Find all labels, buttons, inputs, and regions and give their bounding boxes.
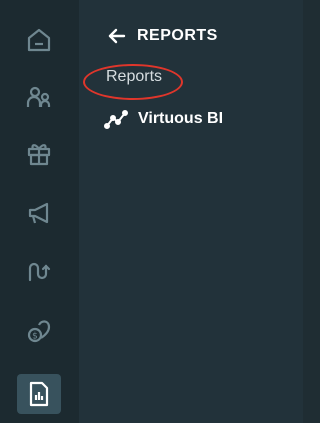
- svg-text:$: $: [32, 332, 38, 342]
- chart-line-icon: [104, 110, 128, 129]
- nav-donations[interactable]: $: [17, 311, 61, 351]
- nav-reports[interactable]: [17, 374, 61, 414]
- nav-journeys[interactable]: [17, 250, 61, 290]
- people-icon: [26, 86, 51, 107]
- nav-gifts[interactable]: [17, 133, 61, 173]
- home-icon: [27, 28, 51, 52]
- journey-icon: [28, 262, 51, 282]
- donation-icon: $: [27, 320, 51, 343]
- menu-item-virtuous-bi[interactable]: Virtuous BI: [104, 107, 223, 131]
- back-button[interactable]: REPORTS: [107, 24, 218, 48]
- gift-icon: [27, 144, 51, 166]
- menu-item-label: Virtuous BI: [138, 110, 224, 127]
- nav-communications[interactable]: [17, 193, 61, 233]
- nav-constituents[interactable]: [17, 77, 61, 117]
- megaphone-icon: [28, 202, 49, 224]
- nav-home[interactable]: [17, 20, 61, 60]
- left-nav-rail: $: [0, 0, 79, 423]
- arrow-left-icon: [108, 28, 126, 44]
- reports-panel: REPORTS Reports Virtuous BI: [79, 0, 303, 423]
- menu-item-reports[interactable]: Reports: [106, 68, 162, 86]
- panel-title: REPORTS: [137, 27, 218, 44]
- report-icon: [29, 381, 49, 407]
